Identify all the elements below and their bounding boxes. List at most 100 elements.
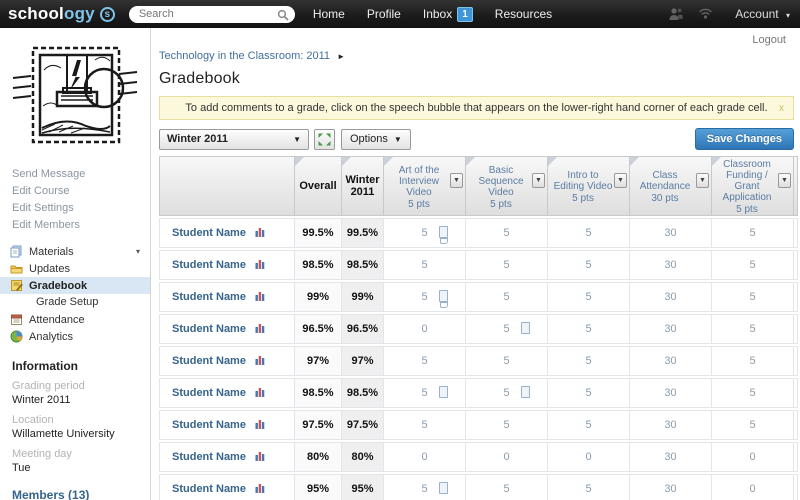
student-name-link[interactable]: Student Name — [172, 291, 246, 303]
student-stats-icon[interactable] — [255, 323, 265, 333]
grade-cell[interactable]: 30 — [630, 378, 712, 408]
save-changes-button[interactable]: Save Changes — [694, 128, 794, 150]
edit-settings-link[interactable]: Edit Settings — [12, 200, 150, 217]
grade-cell[interactable]: 5 — [712, 314, 794, 344]
grade-cell[interactable]: 5 — [466, 346, 548, 376]
comment-note-icon[interactable] — [439, 386, 448, 398]
nav-inbox[interactable]: Inbox 1 — [423, 6, 473, 22]
comment-note-icon[interactable] — [521, 386, 530, 398]
nav-resources[interactable]: Resources — [495, 7, 552, 21]
options-button[interactable]: Options ▼ — [341, 128, 411, 150]
grade-cell[interactable]: 30 — [630, 410, 712, 440]
student-stats-icon[interactable] — [255, 483, 265, 493]
grade-cell[interactable]: 5 — [384, 282, 466, 312]
assignment-link[interactable]: Class Attendance — [633, 170, 697, 192]
grade-cell[interactable]: 30 — [630, 314, 712, 344]
grading-period-select[interactable]: Winter 2011 ▼ — [159, 128, 309, 150]
grade-cell[interactable]: 5 — [712, 218, 794, 248]
grade-cell[interactable]: 5 — [384, 346, 466, 376]
course-breadcrumb-link[interactable]: Technology in the Classroom: 2011 — [159, 50, 330, 62]
student-name-link[interactable]: Student Name — [172, 483, 246, 495]
people-icon[interactable] — [668, 7, 684, 21]
student-stats-icon[interactable] — [255, 291, 265, 301]
student-name-link[interactable]: Student Name — [172, 419, 246, 431]
broadcast-icon[interactable] — [698, 7, 713, 21]
student-stats-icon[interactable] — [255, 227, 265, 237]
grade-cell[interactable]: 30 — [630, 346, 712, 376]
grade-cell[interactable]: 5 — [712, 250, 794, 280]
grade-cell[interactable]: 0 — [548, 442, 630, 472]
edit-members-link[interactable]: Edit Members — [12, 217, 150, 234]
student-name-link[interactable]: Student Name — [172, 387, 246, 399]
grade-cell[interactable]: 5 — [466, 474, 548, 500]
grade-cell[interactable]: 0 — [384, 442, 466, 472]
sidebar-item-updates[interactable]: Updates — [0, 260, 150, 277]
send-message-link[interactable]: Send Message — [12, 166, 150, 183]
assignment-link[interactable]: Intro to Editing Video — [551, 170, 615, 192]
assignment-menu-button[interactable]: ▼ — [696, 173, 709, 188]
comment-note-icon[interactable] — [439, 290, 448, 308]
student-name-link[interactable]: Student Name — [172, 259, 246, 271]
grade-cell[interactable]: 5 — [466, 314, 548, 344]
search-input[interactable] — [128, 5, 295, 23]
grade-cell[interactable]: 5 — [712, 410, 794, 440]
grade-cell[interactable]: 5 — [712, 378, 794, 408]
search-icon[interactable] — [277, 9, 289, 21]
account-menu[interactable]: Account ▾ — [735, 7, 790, 21]
grade-cell[interactable]: 5 — [548, 346, 630, 376]
grade-cell[interactable]: 5 — [384, 250, 466, 280]
grade-cell[interactable]: 5 — [384, 378, 466, 408]
grade-cell[interactable]: 5 — [466, 218, 548, 248]
student-name-link[interactable]: Student Name — [172, 451, 246, 463]
assignment-link[interactable]: Art of the Interview Video — [387, 165, 451, 198]
grade-cell[interactable]: 5 — [466, 282, 548, 312]
grade-cell[interactable]: 0 — [384, 314, 466, 344]
grade-cell[interactable]: 5 — [712, 346, 794, 376]
grade-cell[interactable]: 0 — [466, 442, 548, 472]
grade-cell[interactable]: 30 — [630, 250, 712, 280]
materials-collapse-icon[interactable]: ▾ — [136, 247, 140, 256]
logout-link[interactable]: Logout — [752, 34, 786, 46]
comment-note-icon[interactable] — [521, 322, 530, 334]
grade-cell[interactable]: 5 — [712, 282, 794, 312]
grade-cell[interactable]: 5 — [466, 250, 548, 280]
student-stats-icon[interactable] — [255, 259, 265, 269]
grade-cell[interactable]: 5 — [384, 218, 466, 248]
grade-cell[interactable]: 5 — [548, 410, 630, 440]
sidebar-item-materials[interactable]: Materials ▾ — [0, 243, 150, 260]
student-name-link[interactable]: Student Name — [172, 227, 246, 239]
grade-cell[interactable]: 5 — [466, 378, 548, 408]
grade-cell[interactable]: 5 — [548, 282, 630, 312]
sidebar-item-grade-setup[interactable]: Grade Setup — [0, 294, 150, 311]
sidebar-item-attendance[interactable]: Attendance — [0, 311, 150, 328]
assignment-menu-button[interactable]: ▼ — [532, 173, 545, 188]
student-stats-icon[interactable] — [255, 387, 265, 397]
grade-cell[interactable]: 5 — [548, 250, 630, 280]
grade-cell[interactable]: 5 — [466, 410, 548, 440]
assignment-menu-button[interactable]: ▼ — [450, 173, 463, 188]
student-stats-icon[interactable] — [255, 355, 265, 365]
assignment-menu-button[interactable]: ▼ — [614, 173, 627, 188]
grade-cell[interactable]: 5 — [548, 314, 630, 344]
grade-cell[interactable]: 5 — [384, 474, 466, 500]
student-name-link[interactable]: Student Name — [172, 323, 246, 335]
assignment-link[interactable]: Classroom Funding / Grant Application — [715, 159, 779, 203]
comment-note-icon[interactable] — [439, 226, 448, 244]
edit-course-link[interactable]: Edit Course — [12, 183, 150, 200]
sidebar-item-gradebook[interactable]: Gradebook — [0, 277, 150, 294]
assignment-menu-button[interactable]: ▼ — [778, 173, 791, 188]
nav-home[interactable]: Home — [313, 7, 345, 21]
grade-cell[interactable]: 0 — [712, 474, 794, 500]
grade-cell[interactable]: 30 — [630, 442, 712, 472]
comment-note-icon[interactable] — [439, 482, 448, 494]
student-stats-icon[interactable] — [255, 419, 265, 429]
grade-cell[interactable]: 5 — [548, 218, 630, 248]
notice-close-icon[interactable]: x — [779, 103, 784, 114]
grade-cell[interactable]: 5 — [384, 410, 466, 440]
grade-cell[interactable]: 5 — [548, 378, 630, 408]
schoology-logo[interactable]: school ogy s — [8, 4, 115, 24]
assignment-link[interactable]: Basic Sequence Video — [469, 165, 533, 198]
grade-cell[interactable]: 30 — [630, 218, 712, 248]
student-name-link[interactable]: Student Name — [172, 355, 246, 367]
grade-cell[interactable]: 5 — [548, 474, 630, 500]
